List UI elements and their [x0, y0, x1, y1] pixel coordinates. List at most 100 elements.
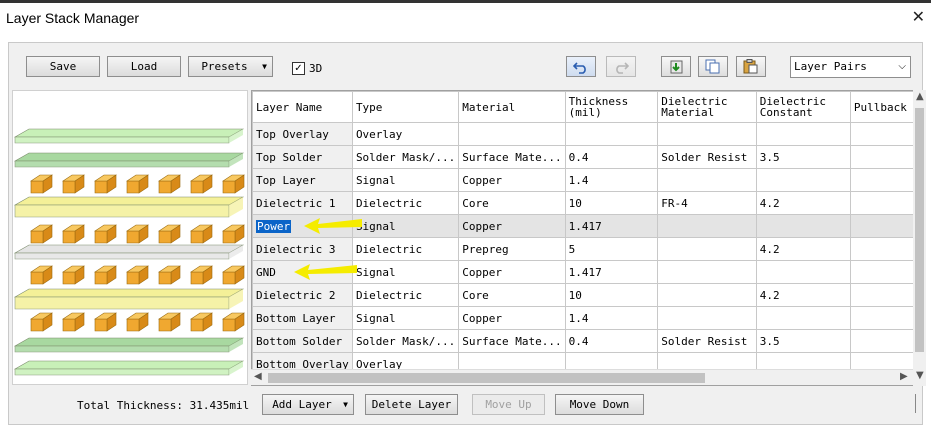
layer-name-cell[interactable]: Top Layer [252, 168, 353, 192]
layer-name-cell[interactable]: Top Solder [252, 145, 353, 169]
table-cell[interactable]: Solder Mask/... [351, 145, 460, 169]
load-button[interactable]: Load [107, 56, 181, 77]
layer-name-cell[interactable]: Dielectric 1 [252, 191, 353, 215]
table-cell[interactable] [755, 306, 851, 330]
table-cell[interactable]: 3.5 [755, 329, 851, 353]
table-cell[interactable]: Core [458, 283, 566, 307]
table-cell[interactable] [755, 260, 851, 284]
table-cell[interactable] [657, 260, 757, 284]
table-cell[interactable] [657, 214, 757, 238]
scroll-up-icon[interactable]: ▲ [916, 91, 924, 102]
column-header[interactable]: Thickness (mil) [564, 91, 659, 123]
table-cell[interactable] [849, 122, 914, 146]
vertical-scrollbar[interactable]: ▲ ▼ [913, 90, 926, 386]
table-cell[interactable] [755, 214, 851, 238]
table-cell[interactable] [657, 306, 757, 330]
table-cell[interactable]: 1.417 [564, 214, 659, 238]
table-row[interactable]: Bottom Solder Solder Mask/... Surface Mate… [252, 329, 914, 353]
table-cell[interactable]: Copper [458, 306, 566, 330]
table-cell[interactable] [849, 214, 914, 238]
table-cell[interactable] [849, 168, 914, 192]
table-row[interactable]: Top Overlay Overlay [252, 122, 914, 146]
table-cell[interactable]: Prepreg [458, 237, 566, 261]
redo-button[interactable] [606, 56, 636, 77]
copy-button[interactable] [698, 56, 728, 77]
table-cell[interactable]: Signal [351, 168, 460, 192]
scroll-right-icon[interactable]: ▶ [900, 371, 908, 382]
table-cell[interactable] [657, 168, 757, 192]
table-cell[interactable]: 4.2 [755, 283, 851, 307]
table-cell[interactable]: 5 [564, 237, 659, 261]
column-header[interactable]: Dielectric Constant [755, 91, 851, 123]
layer-pairs-select[interactable]: Layer Pairs ⌵ [790, 56, 911, 78]
table-cell[interactable]: Signal [351, 214, 460, 238]
table-cell[interactable] [755, 168, 851, 192]
table-cell[interactable]: Solder Resist [657, 145, 757, 169]
table-row[interactable]: GND Signal Copper 1.417 [252, 260, 914, 284]
table-cell[interactable]: Solder Mask/... [351, 329, 460, 353]
table-row[interactable]: Dielectric 3 Dielectric Prepreg 5 4.2 [252, 237, 914, 261]
table-row[interactable]: Dielectric 2 Dielectric Core 10 4.2 [252, 283, 914, 307]
table-cell[interactable]: 4.2 [755, 191, 851, 215]
save-button[interactable]: Save [26, 56, 100, 77]
table-cell[interactable]: 10 [564, 283, 659, 307]
table-cell[interactable]: Surface Mate... [458, 145, 566, 169]
table-cell[interactable] [849, 237, 914, 261]
table-cell[interactable]: Signal [351, 260, 460, 284]
table-cell[interactable]: 1.4 [564, 306, 659, 330]
table-cell[interactable]: 0.4 [564, 329, 659, 353]
delete-layer-button[interactable]: Delete Layer [365, 394, 458, 415]
checkbox-box[interactable]: ✓ [292, 62, 305, 75]
table-row[interactable]: Dielectric 1 Dielectric Core 10 FR-4 4.2 [252, 191, 914, 215]
table-cell[interactable]: Copper [458, 214, 566, 238]
table-cell[interactable] [849, 329, 914, 353]
table-cell[interactable]: Signal [351, 306, 460, 330]
table-row[interactable]: Top Solder Solder Mask/... Surface Mate...… [252, 145, 914, 169]
table-cell[interactable] [849, 283, 914, 307]
horizontal-scrollbar[interactable]: ◀ ▶ [251, 369, 913, 385]
layer-name-cell[interactable]: Power [252, 214, 353, 238]
table-cell[interactable]: Copper [458, 168, 566, 192]
layer-name-cell[interactable]: Dielectric 2 [252, 283, 353, 307]
table-cell[interactable] [755, 122, 851, 146]
table-cell[interactable]: 0.4 [564, 145, 659, 169]
table-cell[interactable] [849, 306, 914, 330]
table-cell[interactable]: Dielectric [351, 237, 460, 261]
selected-text[interactable]: Power [256, 219, 292, 233]
layer-name-cell[interactable]: Top Overlay [252, 122, 353, 146]
scroll-left-icon[interactable]: ◀ [254, 371, 262, 382]
layer-name-cell[interactable]: Bottom Solder [252, 329, 353, 353]
table-cell[interactable]: Dielectric [351, 191, 460, 215]
table-cell[interactable]: Copper [458, 260, 566, 284]
scroll-down-icon[interactable]: ▼ [916, 370, 924, 381]
table-cell[interactable]: Surface Mate... [458, 329, 566, 353]
layer-name-cell[interactable]: GND [252, 260, 353, 284]
table-cell[interactable]: 3.5 [755, 145, 851, 169]
table-row[interactable]: Bottom Layer Signal Copper 1.4 [252, 306, 914, 330]
column-header[interactable]: Layer Name [252, 91, 353, 123]
column-header[interactable]: Type [351, 91, 460, 123]
move-up-button[interactable]: Move Up [472, 394, 545, 415]
horizontal-scroll-thumb[interactable] [268, 373, 705, 383]
table-cell[interactable]: 4.2 [755, 237, 851, 261]
table-cell[interactable]: Solder Resist [657, 329, 757, 353]
table-cell[interactable]: 1.4 [564, 168, 659, 192]
table-cell[interactable] [564, 122, 659, 146]
presets-dropdown[interactable]: Presets ▼ [188, 56, 273, 77]
column-header[interactable]: Dielectric Material [657, 91, 757, 123]
column-header[interactable]: Pullback [849, 91, 914, 123]
3d-checkbox[interactable]: ✓ 3D [292, 62, 322, 75]
table-cell[interactable] [458, 122, 566, 146]
table-cell[interactable] [849, 145, 914, 169]
table-cell[interactable]: Dielectric [351, 283, 460, 307]
layer-name-cell[interactable]: Bottom Layer [252, 306, 353, 330]
close-icon[interactable]: ✕ [912, 7, 925, 26]
table-row[interactable]: Top Layer Signal Copper 1.4 [252, 168, 914, 192]
add-layer-dropdown-button[interactable]: Add Layer ▼ [262, 394, 354, 415]
table-cell[interactable] [657, 237, 757, 261]
move-down-button[interactable]: Move Down [555, 394, 644, 415]
table-cell[interactable] [849, 191, 914, 215]
add-layer-button[interactable] [661, 56, 691, 77]
undo-button[interactable] [566, 56, 596, 77]
table-cell[interactable]: Core [458, 191, 566, 215]
